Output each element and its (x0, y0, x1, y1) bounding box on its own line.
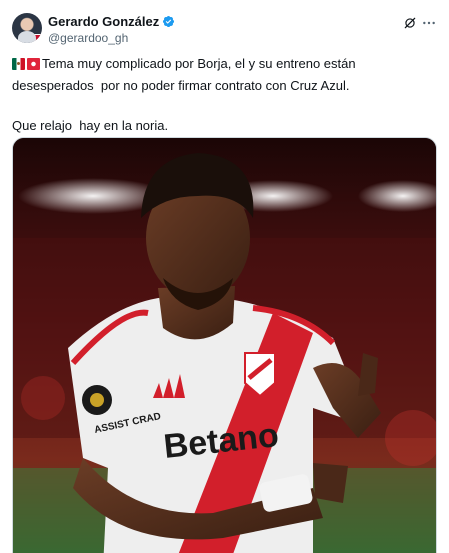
display-name[interactable]: Gerardo González (48, 14, 159, 29)
emoji-group (12, 56, 42, 76)
red-emblem-icon (27, 58, 40, 70)
more-options-icon[interactable] (421, 15, 437, 31)
tweet-line-2: desesperados por no poder firmar contrat… (12, 78, 350, 93)
verified-badge-icon (163, 15, 175, 28)
grok-icon[interactable] (403, 16, 417, 30)
tweet-media-photo[interactable]: Betano ASSIST CRAD (12, 137, 437, 553)
tweet-line-1: Tema muy complicado por Borja, el y su e… (12, 54, 437, 76)
avatar[interactable] (12, 13, 42, 43)
tweet-text: Tema muy complicado por Borja, el y su e… (12, 54, 437, 136)
author-name-row[interactable]: Gerardo González (48, 14, 175, 29)
player-photo: Betano ASSIST CRAD (13, 138, 436, 553)
author-handle[interactable]: @gerardoo_gh (48, 31, 128, 45)
tweet-card[interactable]: Gerardo González @gerardoo_gh Tema muy c… (0, 0, 449, 553)
mexico-flag-icon (12, 58, 25, 70)
tweet-text-line-1: Tema muy complicado por Borja, el y su e… (42, 56, 356, 71)
tweet-line-3: Que relajo hay en la noria. (12, 118, 169, 133)
tweet-header: Gerardo González @gerardoo_gh (12, 12, 437, 48)
